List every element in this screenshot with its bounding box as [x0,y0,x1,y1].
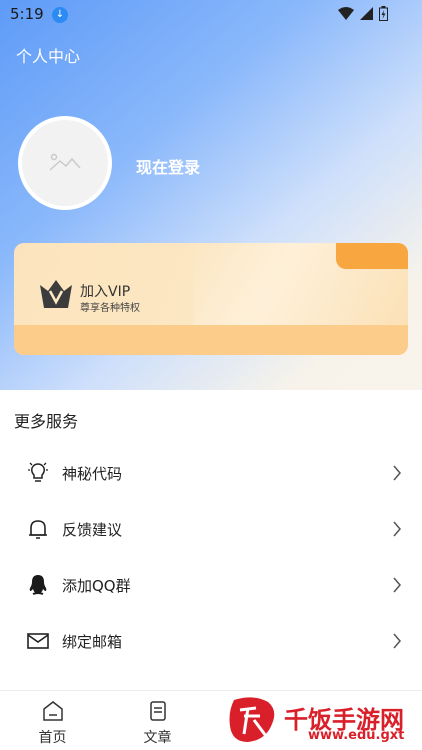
menu-item-label: 反馈建议 [62,521,123,539]
lightbulb-icon [28,462,48,482]
vip-subtitle: 尊享各种特权 [80,303,140,314]
chevron-right-icon [393,465,401,481]
chevron-right-icon [393,577,401,593]
avatar[interactable] [18,116,112,210]
menu-item-label: 绑定邮箱 [62,633,123,651]
mail-icon [27,633,49,649]
watermark-url: www.edu.gxt [308,728,405,743]
crown-icon [40,280,72,308]
status-bar: 5:19 ↓ [0,0,422,30]
article-icon [150,701,166,721]
page-title: 个人中心 [16,47,81,66]
more-services-section: 更多服务 神秘代码 反馈建议 添加QQ群 绑定邮箱 [0,390,422,690]
chevron-right-icon [393,633,401,649]
image-placeholder-icon [49,153,81,171]
battery-icon [379,6,388,21]
qq-icon [29,575,47,595]
chevron-right-icon [393,521,401,537]
menu-item-secret-code[interactable]: 神秘代码 [0,448,422,498]
home-icon [43,701,63,721]
vip-corner-decoration [336,243,408,269]
vip-banner-stripe [14,325,408,355]
login-link[interactable]: 现在登录 [136,154,200,178]
watermark: 千饭手游网 www.edu.gxt [226,694,416,748]
menu-item-label: 神秘代码 [62,465,123,483]
tab-label: 首页 [38,730,67,746]
menu-item-bind-email[interactable]: 绑定邮箱 [0,616,422,666]
vip-banner[interactable]: 加入VIP 尊享各种特权 [14,243,408,355]
wifi-icon [338,7,354,20]
watermark-logo [229,697,275,742]
section-title: 更多服务 [14,412,79,431]
download-icon: ↓ [52,7,68,23]
tab-label: 文章 [143,730,172,746]
menu-item-qq-group[interactable]: 添加QQ群 [0,560,422,610]
bell-icon [29,520,47,539]
status-time: 5:19 [10,5,44,23]
status-icons [338,6,388,21]
vip-title: 加入VIP [80,284,131,300]
signal-icon [360,7,373,20]
menu-item-feedback[interactable]: 反馈建议 [0,504,422,554]
tab-articles[interactable]: 文章 [105,691,210,750]
menu-item-label: 添加QQ群 [62,577,131,595]
tab-home[interactable]: 首页 [0,691,105,750]
